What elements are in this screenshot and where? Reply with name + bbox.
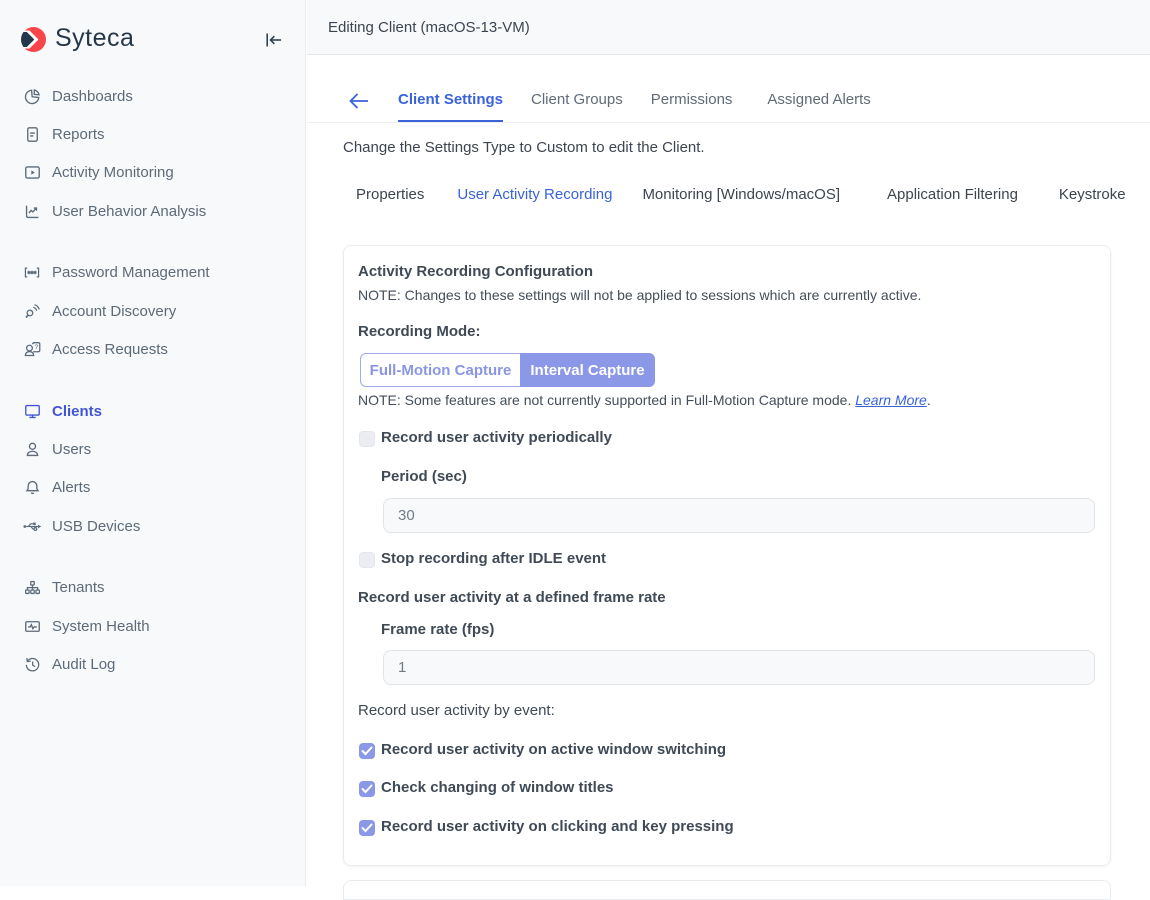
svg-text:?: ?	[34, 344, 38, 351]
